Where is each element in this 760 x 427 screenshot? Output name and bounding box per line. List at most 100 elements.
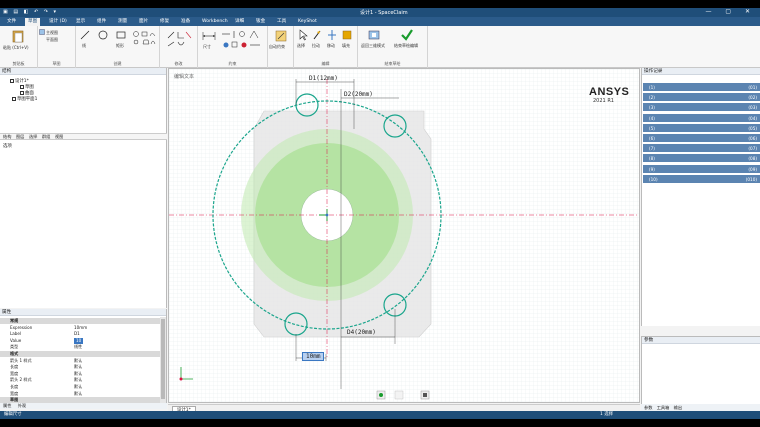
tab-keyshot[interactable]: KeyShot — [295, 18, 320, 26]
checkbox-icon[interactable] — [12, 96, 16, 101]
property-value[interactable]: 默认 — [74, 371, 82, 377]
finish-sketch-icon[interactable] — [400, 28, 414, 42]
sketch-svg[interactable] — [169, 69, 640, 403]
view-mode-icon[interactable] — [394, 390, 404, 400]
tab-design[interactable]: 设计 (D) — [46, 18, 70, 26]
history-row[interactable]: (8) (08) — [643, 154, 760, 164]
paste-label[interactable]: 粘贴 (Ctrl+V) — [3, 45, 29, 51]
history-row[interactable]: (5) (05) — [643, 123, 760, 133]
property-section[interactable]: 常规 — [0, 318, 160, 324]
tab-layers[interactable]: 图层 — [16, 134, 24, 139]
property-value[interactable]: 默认 — [74, 364, 82, 370]
tab-sketch[interactable]: 草图 — [25, 18, 41, 26]
history-row-count: (03) — [748, 105, 757, 111]
dimension-icon[interactable] — [202, 30, 216, 42]
tab-file[interactable]: 文件 — [4, 18, 19, 26]
tree-item-sketch-plane[interactable]: 草图平面1 — [12, 96, 37, 102]
property-row[interactable]: 箭头 1 样式 默认 — [0, 358, 160, 364]
property-value[interactable]: 默认 — [74, 377, 82, 383]
dimension-d4[interactable]: D4(20mm) — [347, 329, 376, 336]
property-value[interactable]: 默认 — [74, 358, 82, 364]
properties-scrollbar[interactable] — [160, 317, 166, 403]
history-row[interactable]: (7) (07) — [643, 144, 760, 154]
properties-panel: 属性 常规 Expression 10mm Label D1 Value 10 类型 线性 格式箭… — [0, 309, 167, 409]
paste-icon[interactable] — [12, 29, 24, 43]
property-value[interactable]: 10 — [74, 337, 84, 344]
history-row[interactable]: (3) (03) — [643, 103, 760, 113]
property-value[interactable]: 10mm — [74, 325, 87, 331]
tab-measure[interactable]: 测量 — [115, 18, 130, 26]
tab-views[interactable]: 视图 — [55, 134, 63, 139]
property-value[interactable]: 默认 — [74, 391, 82, 397]
property-row[interactable]: 长度 默认 — [0, 364, 160, 370]
tab-assembly[interactable]: 组件 — [94, 18, 109, 26]
line-label: 线 — [82, 43, 86, 48]
tab-display[interactable]: 显示 — [73, 18, 88, 26]
quick-access-toolbar[interactable]: ▣ ▤ ◧ ↶ ↷ ▾ — [3, 9, 58, 15]
tab-appearance[interactable]: 外观 — [18, 403, 26, 408]
modify-tools-icon[interactable] — [166, 30, 192, 50]
tab-prepare[interactable]: 准备 — [178, 18, 193, 26]
property-value[interactable]: 默认 — [74, 384, 82, 390]
pull-icon[interactable] — [312, 29, 322, 41]
tab-facets[interactable]: 面片 — [136, 18, 151, 26]
select-icon[interactable] — [298, 29, 308, 41]
history-row[interactable]: (9) (09) — [643, 164, 760, 174]
property-row[interactable]: 宽度 默认 — [0, 391, 160, 397]
property-row[interactable]: Label D1 — [0, 331, 160, 337]
fill-icon[interactable] — [342, 29, 352, 41]
scroll-thumb[interactable] — [161, 319, 165, 399]
property-row[interactable]: 宽度 默认 — [0, 371, 160, 377]
line-icon[interactable] — [80, 30, 90, 40]
tab-detail[interactable]: 详细 — [232, 18, 247, 26]
tab-selection[interactable]: 选择 — [29, 134, 37, 139]
history-row[interactable]: (10) (010) — [643, 174, 760, 184]
auto-constrain-icon[interactable] — [275, 30, 287, 42]
ribbon-group-modify: 修改 — [160, 26, 198, 68]
create-tools-icon[interactable] — [132, 30, 156, 50]
tab-groups[interactable]: 群组 — [42, 134, 50, 139]
tab-repair[interactable]: 修复 — [157, 18, 172, 26]
property-row[interactable]: 类型 线性 — [0, 344, 160, 350]
history-row[interactable]: (4) (04) — [643, 113, 760, 123]
dimension-d1[interactable]: D1(12mm) — [309, 75, 338, 82]
window-controls[interactable]: — ▢ ✕ — [705, 8, 756, 15]
property-row[interactable]: Value 10 — [0, 337, 160, 344]
history-row[interactable]: (1) (01) — [643, 83, 760, 92]
property-row[interactable]: 箭头 2 样式 默认 — [0, 377, 160, 383]
origin-point[interactable] — [325, 213, 329, 217]
return-3d-icon[interactable] — [368, 29, 380, 41]
group-label-edit: 编辑 — [321, 61, 330, 66]
checkbox-icon[interactable] — [20, 84, 24, 89]
history-row[interactable]: (6) (06) — [643, 134, 760, 143]
plane-view-button[interactable]: 主视图 — [46, 30, 58, 36]
tab-toolbox[interactable]: 工具箱 — [657, 405, 670, 410]
tab-properties[interactable]: 属性 — [3, 403, 11, 408]
property-key: 长度 — [10, 364, 19, 370]
plan-view-button[interactable]: 平面图 — [46, 37, 58, 43]
tab-tools[interactable]: 工具 — [274, 18, 289, 26]
property-section[interactable]: 格式 — [0, 351, 160, 357]
view-icon — [39, 29, 45, 35]
constraint-tools-icon[interactable] — [220, 30, 264, 52]
design-canvas[interactable]: 编辑文本 ANSYS 2021 R1 D1(12mm) D2(20mm) D4(… — [168, 68, 640, 403]
history-row[interactable]: (2) (02) — [643, 93, 760, 103]
property-row[interactable]: 长度 默认 — [0, 384, 160, 390]
finish-sketch-label[interactable]: 结束草绘编辑 — [394, 43, 418, 49]
rectangle-icon[interactable] — [116, 30, 126, 40]
tab-sheetmetal[interactable]: 钣金 — [253, 18, 268, 26]
checkbox-icon[interactable] — [20, 90, 24, 95]
property-value[interactable]: 线性 — [74, 344, 82, 350]
property-value[interactable]: D1 — [74, 331, 80, 337]
arc-icon[interactable] — [98, 30, 108, 40]
tab-structure[interactable]: 结构 — [3, 134, 11, 139]
property-row[interactable]: Expression 10mm — [0, 325, 160, 331]
move-icon[interactable] — [327, 29, 337, 41]
dimension-edit-box[interactable]: 10mm — [302, 352, 325, 361]
tab-output[interactable]: 输出 — [674, 405, 682, 410]
dimension-d2[interactable]: D2(20mm) — [344, 91, 373, 98]
tab-parameters[interactable]: 参数 — [644, 405, 652, 410]
checkbox-icon[interactable] — [10, 78, 14, 83]
tab-workbench[interactable]: Workbench — [199, 18, 231, 26]
ribbon-group-create: 线 矩形 创建 — [76, 26, 160, 68]
